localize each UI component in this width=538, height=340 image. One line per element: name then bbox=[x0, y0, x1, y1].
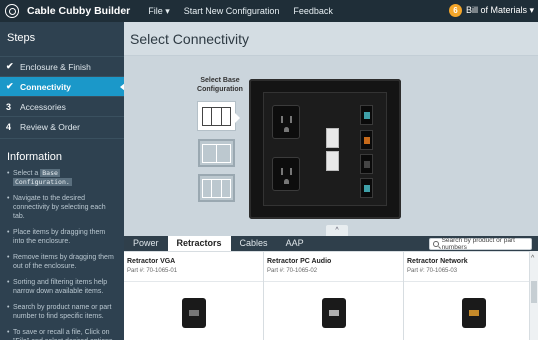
product-name: Retractor PC Audio bbox=[267, 258, 332, 265]
cable-cubby-logo-icon bbox=[5, 4, 19, 18]
product-search-input[interactable]: Search by product or part numbers bbox=[429, 237, 532, 251]
main-menu: File ▾ Start New Configuration Feedback bbox=[148, 6, 333, 17]
step-review-order[interactable]: 4 Review & Order bbox=[0, 116, 124, 136]
information-heading: Information bbox=[0, 138, 124, 169]
info-item: Navigate to the desired connectivity by … bbox=[7, 194, 118, 221]
step-number: 4 bbox=[6, 121, 12, 132]
product-list-scrollbar[interactable]: ^ bbox=[530, 251, 538, 340]
collapse-panel-button[interactable]: ^ bbox=[326, 225, 348, 236]
check-icon: ✔ bbox=[6, 81, 14, 91]
top-bar: Cable Cubby Builder File ▾ Start New Con… bbox=[0, 0, 538, 22]
base-config-option-2[interactable] bbox=[198, 139, 235, 167]
menu-file[interactable]: File ▾ bbox=[148, 6, 170, 17]
product-name: Retractor Network bbox=[407, 258, 468, 265]
info-item: Sorting and filtering items help narrow … bbox=[7, 278, 118, 296]
page-header: Select Connectivity bbox=[124, 22, 538, 56]
select-base-configuration-label: Select Base Configuration bbox=[197, 77, 243, 93]
step-label: Review & Order bbox=[20, 121, 80, 132]
two-slot-layout-icon bbox=[202, 143, 231, 163]
pc-audio-retractor-image[interactable] bbox=[322, 298, 346, 328]
bill-of-materials-button[interactable]: 6 Bill of Materials ▾ bbox=[448, 4, 534, 17]
product-name: Retractor VGA bbox=[127, 258, 176, 265]
steps-list: ✔ Enclosure & Finish ✔ Connectivity 3 Ac… bbox=[0, 56, 125, 136]
enclosure-plate bbox=[263, 92, 387, 206]
scrollbar-thumb[interactable] bbox=[531, 281, 537, 303]
menu-feedback[interactable]: Feedback bbox=[293, 6, 333, 17]
chevron-up-icon[interactable]: ^ bbox=[531, 255, 534, 262]
search-icon bbox=[433, 241, 439, 247]
page-title: Select Connectivity bbox=[130, 31, 250, 47]
step-label: Enclosure & Finish bbox=[20, 61, 91, 72]
power-outlet-icon[interactable] bbox=[272, 105, 300, 139]
bom-label: Bill of Materials ▾ bbox=[465, 5, 534, 15]
step-connectivity[interactable]: ✔ Connectivity bbox=[0, 76, 125, 96]
blank-module[interactable] bbox=[326, 128, 339, 148]
tab-retractors[interactable]: Retractors bbox=[167, 236, 231, 251]
product-tabs: Power Retractors Cables AAP Search by pr… bbox=[124, 236, 538, 251]
menu-start-new-configuration[interactable]: Start New Configuration bbox=[184, 6, 280, 17]
network-port-icon[interactable] bbox=[360, 178, 373, 198]
step-accessories[interactable]: 3 Accessories bbox=[0, 96, 124, 116]
sidebar: Steps ✔ Enclosure & Finish ✔ Connectivit… bbox=[0, 22, 125, 340]
three-slot-layout-icon bbox=[202, 106, 231, 126]
enclosure-preview[interactable] bbox=[249, 79, 401, 219]
hdmi-port-icon[interactable] bbox=[360, 130, 373, 150]
product-part-number: Part #: 70-1065-02 bbox=[267, 268, 318, 274]
step-number: 3 bbox=[6, 101, 12, 112]
info-item: Place items by dragging them into the en… bbox=[7, 228, 118, 246]
step-label: Connectivity bbox=[20, 81, 72, 92]
base-config-option-1[interactable] bbox=[198, 102, 240, 130]
search-placeholder: Search by product or part numbers bbox=[441, 237, 515, 251]
product-card-retractor-vga[interactable]: Retractor VGA Part #: 70-1065-01 bbox=[124, 251, 264, 340]
step-label: Accessories bbox=[20, 101, 66, 112]
product-part-number: Part #: 70-1065-01 bbox=[127, 268, 178, 274]
app-title: Cable Cubby Builder bbox=[27, 5, 131, 17]
blank-module[interactable] bbox=[326, 151, 339, 171]
usb-port-icon[interactable] bbox=[360, 154, 373, 174]
info-item: Remove items by dragging them out of the… bbox=[7, 253, 118, 271]
info-item: Select a BaseConfiguration. bbox=[7, 169, 118, 187]
vga-retractor-image[interactable] bbox=[182, 298, 206, 328]
tab-power[interactable]: Power bbox=[124, 236, 168, 251]
network-retractor-image[interactable] bbox=[462, 298, 486, 328]
information-list: Select a BaseConfiguration. Navigate to … bbox=[0, 169, 124, 340]
product-list: Retractor VGA Part #: 70-1065-01 Retract… bbox=[124, 251, 538, 340]
three-slot-layout-icon bbox=[202, 178, 231, 198]
info-item: To save or recall a file, Click on "File… bbox=[7, 328, 118, 340]
tab-aap[interactable]: AAP bbox=[277, 236, 313, 251]
product-part-number: Part #: 70-1065-03 bbox=[407, 268, 458, 274]
power-outlet-icon[interactable] bbox=[272, 157, 300, 191]
info-item: Search by product name or part number to… bbox=[7, 303, 118, 321]
bom-count-badge: 6 bbox=[448, 4, 462, 17]
network-port-icon[interactable] bbox=[360, 105, 373, 125]
product-card-retractor-pc-audio[interactable]: Retractor PC Audio Part #: 70-1065-02 bbox=[264, 251, 404, 340]
base-config-option-3[interactable] bbox=[198, 174, 235, 202]
check-icon: ✔ bbox=[6, 61, 14, 71]
step-enclosure-finish[interactable]: ✔ Enclosure & Finish bbox=[0, 56, 124, 76]
product-card-retractor-network[interactable]: Retractor Network Part #: 70-1065-03 bbox=[404, 251, 530, 340]
steps-heading: Steps bbox=[7, 32, 36, 44]
tab-cables[interactable]: Cables bbox=[231, 236, 277, 251]
